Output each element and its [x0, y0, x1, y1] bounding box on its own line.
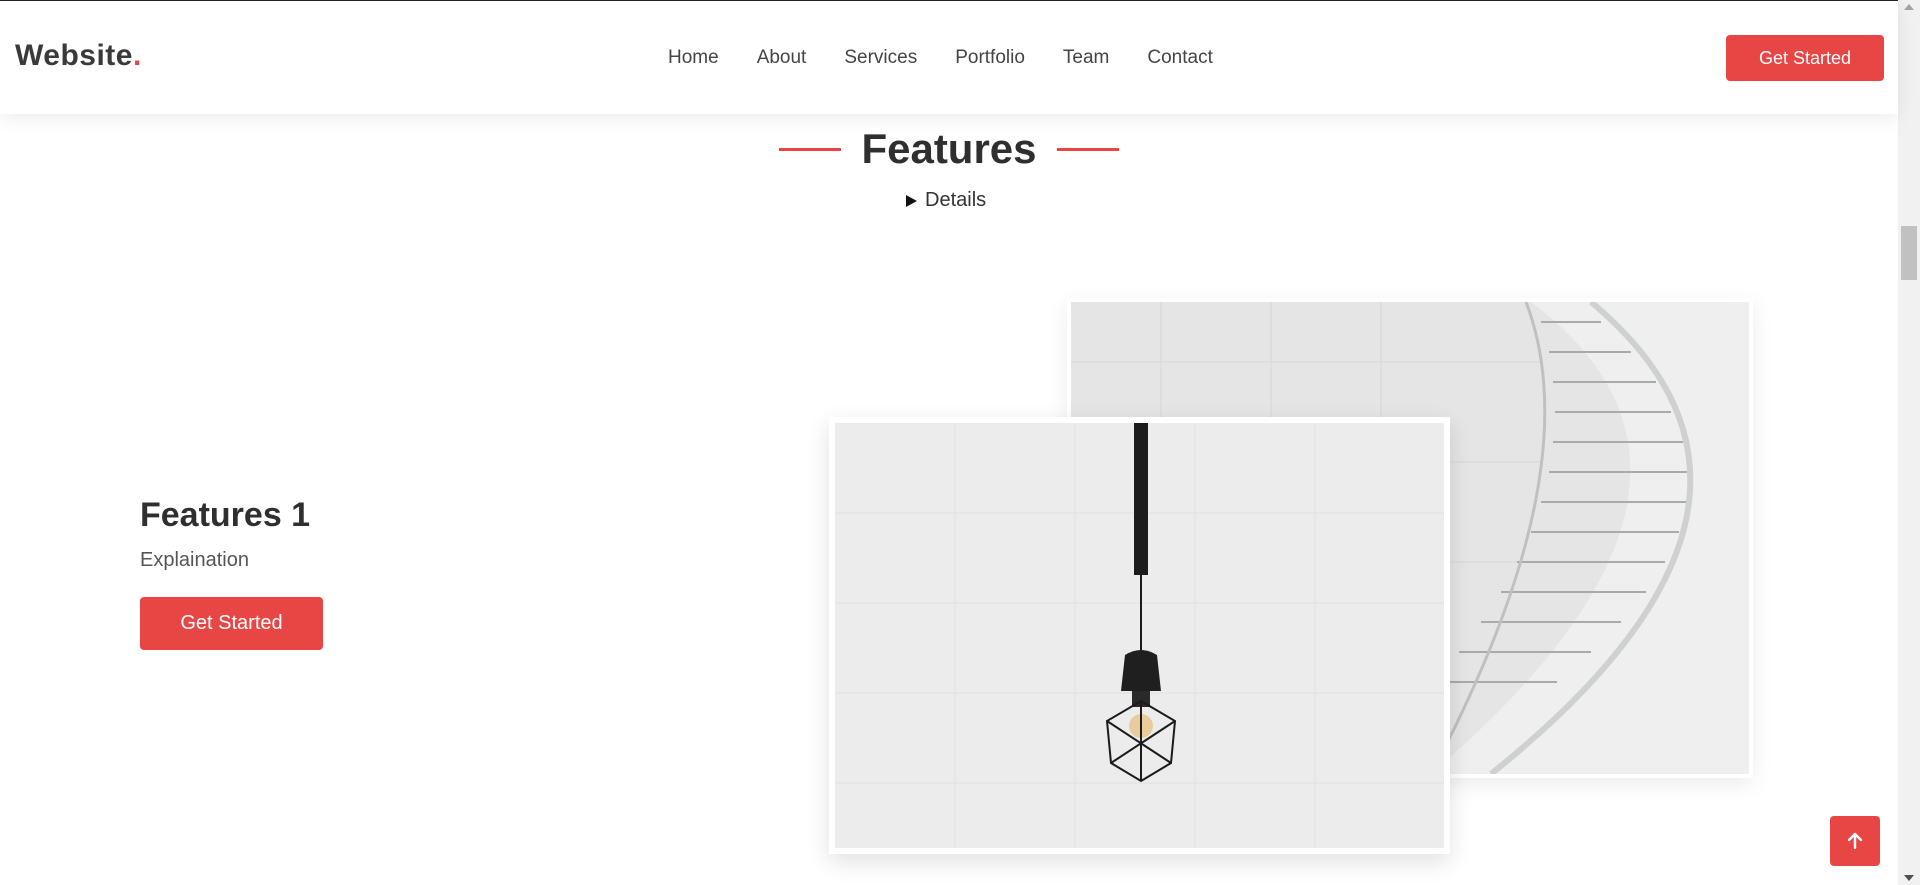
title-decoration-left — [779, 147, 842, 151]
header-get-started-button[interactable]: Get Started — [1726, 35, 1884, 81]
triangle-right-icon — [906, 194, 917, 207]
details-disclosure[interactable]: Details — [906, 189, 986, 212]
main-nav: Home About Services Portfolio Team Conta… — [668, 47, 1213, 69]
nav-home[interactable]: Home — [668, 47, 719, 69]
pendant-lamp-image — [829, 417, 1450, 854]
site-header: Website. Home About Services Portfolio T… — [0, 1, 1898, 114]
section-title: Features — [861, 125, 1037, 172]
title-decoration-right — [1056, 147, 1119, 151]
logo-text: Website — [15, 39, 133, 72]
arrow-up-icon — [1847, 832, 1863, 850]
scroll-up-arrow-icon[interactable] — [1904, 4, 1914, 10]
logo-dot: . — [132, 39, 142, 72]
nav-portfolio[interactable]: Portfolio — [955, 47, 1025, 69]
nav-about[interactable]: About — [757, 47, 807, 69]
details-label: Details — [925, 189, 987, 211]
nav-services[interactable]: Services — [844, 47, 917, 69]
page-scrollbar[interactable] — [1898, 0, 1920, 885]
feature-description: Explaination — [140, 549, 249, 571]
back-to-top-button[interactable] — [1830, 816, 1880, 866]
feature-get-started-button[interactable]: Get Started — [140, 597, 323, 650]
window-top-border — [0, 0, 1898, 1]
nav-team[interactable]: Team — [1063, 47, 1109, 69]
pendant-lamp-illustration — [835, 423, 1444, 848]
scrollbar-thumb[interactable] — [1901, 226, 1917, 280]
scroll-down-arrow-icon[interactable] — [1904, 875, 1914, 881]
nav-contact[interactable]: Contact — [1147, 47, 1212, 69]
site-logo[interactable]: Website. — [15, 39, 142, 73]
feature-title: Features 1 — [140, 496, 311, 534]
section-heading: Features — [0, 125, 1898, 173]
